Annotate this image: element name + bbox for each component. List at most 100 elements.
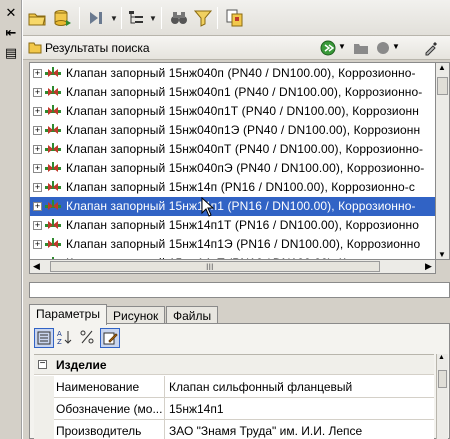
column-divider[interactable] [164,398,165,420]
list-item[interactable]: + Клапан запорный 15нж14п1Э (PN16 / DN100… [30,235,435,254]
list-item[interactable]: + Клапан запорный 15нж14п (PN16 / DN100.0… [30,178,435,197]
expand-icon[interactable]: + [33,202,42,211]
list-vertical-scrollbar[interactable]: ▲ ▼ [436,62,450,260]
property-value[interactable]: 15нж14п1 [169,402,224,416]
sort-az-icon[interactable]: AZ [56,328,76,348]
expand-icon[interactable]: + [33,107,42,116]
folder-gray-icon[interactable] [353,40,369,59]
properties-scrollbar[interactable]: ▲ [436,354,448,439]
database-arrow-icon[interactable] [53,8,73,28]
folder-icon [28,42,42,54]
expand-icon[interactable]: + [33,164,42,173]
expand-icon[interactable]: + [33,145,42,154]
side-dock-strip: ✕ ⇤ ▤ [0,0,22,439]
open-folder-icon[interactable] [27,8,47,28]
list-item[interactable]: + Клапан запорный 15нж040п1Э (PN40 / DN10… [30,121,435,140]
results-list: + Клапан запорный 15нж040п (PN40 / DN100.… [29,62,436,260]
list-item[interactable]: + Клапан запорный 15нж040пТ (PN40 / DN100… [30,140,435,159]
chevron-down-icon[interactable]: ▼ [149,14,157,23]
properties-grid: − Изделие Наименование Клапан сильфонный … [34,354,434,439]
list-item[interactable]: + Клапан запорный 15нж040п1Т (PN40 / DN10… [30,102,435,121]
close-icon[interactable]: ✕ [4,6,18,20]
list-item[interactable]: + Клапан запорный 15нж040п1 (PN40 / DN100… [30,83,435,102]
chevron-down-icon[interactable]: ▼ [392,42,400,51]
results-title: Результаты поиска [45,41,150,55]
valve-icon [45,67,61,77]
expand-icon[interactable]: + [33,183,42,192]
list-item[interactable]: + Клапан запорный 15нж040пЭ (PN40 / DN100… [30,159,435,178]
tab-parameters[interactable]: Параметры [29,304,107,325]
list-item-label: Клапан запорный 15нж040п1Э (PN40 / DN100… [66,123,421,137]
property-row[interactable]: Обозначение (мо... 15нж14п1 [34,398,434,420]
property-row[interactable]: Наименование Клапан сильфонный фланцевый [34,376,434,398]
column-divider[interactable] [164,420,165,439]
chevron-down-icon[interactable]: ▼ [338,42,346,51]
mouse-pointer-icon [201,197,215,217]
column-divider[interactable] [164,376,165,398]
expand-icon[interactable]: + [33,69,42,78]
collapse-icon[interactable]: − [38,359,47,369]
property-value[interactable]: ЗАО "Знамя Труда" им. И.И. Лепсе [169,424,362,438]
scroll-right-icon[interactable]: ▶ [425,261,432,272]
expand-icon[interactable]: + [33,221,42,230]
valve-icon [45,238,61,248]
categorized-view-icon[interactable] [34,328,54,348]
svg-text:A: A [57,330,62,338]
list-item[interactable]: + Клапан запорный 15нж14п1 (PN16 / DN100.… [30,197,435,216]
status-field[interactable] [29,282,450,298]
category-label: Изделие [56,358,107,372]
search-panel: ▼ ▼ Результаты поиска ▼ ▼ + Клапан запор… [23,0,450,439]
scroll-up-icon[interactable]: ▲ [438,354,445,361]
property-name: Наименование [56,380,140,394]
category-row[interactable]: − Изделие [34,355,434,375]
chevron-down-icon[interactable]: ▼ [110,14,118,23]
list-item-label: Клапан запорный 15нж040п1Т (PN40 / DN100… [66,104,419,118]
percent-icon[interactable] [78,328,98,348]
list-item-label: Клапан запорный 15нж040пЭ (PN40 / DN100.… [66,161,425,175]
scroll-thumb[interactable]: III [50,261,380,272]
binoculars-icon[interactable] [169,8,189,28]
list-item-label: Клапан запорный 15нж040пТ (PN40 / DN100.… [66,142,424,156]
property-name: Обозначение (мо... [56,402,162,416]
scroll-down-icon[interactable]: ▼ [438,250,446,259]
list-item-label: Клапан запорный 15нж14п1Э (PN16 / DN100.… [66,237,421,251]
tab-files[interactable]: Файлы [166,306,219,324]
pipette-icon[interactable] [423,40,439,59]
valve-icon [45,219,61,229]
skip-next-icon[interactable] [87,8,107,28]
property-row[interactable]: Производитель ЗАО "Знамя Труда" им. И.И. … [34,420,434,439]
tab-picture[interactable]: Рисунок [106,306,166,324]
filter-icon[interactable] [193,8,213,28]
circle-gray-icon[interactable] [375,40,391,59]
expand-icon[interactable]: + [33,88,42,97]
tree-view-icon[interactable] [127,8,147,28]
row-gutter [34,398,54,420]
scroll-thumb[interactable] [437,77,448,95]
scroll-up-icon[interactable]: ▲ [438,63,446,72]
edit-properties-icon[interactable] [100,328,120,348]
list-horizontal-scrollbar[interactable]: ◀ III ▶ [29,260,436,274]
svg-text:Z: Z [57,338,62,346]
scroll-left-icon[interactable]: ◀ [33,261,40,272]
list-item-label: Клапан запорный 15нж040п1 (PN40 / DN100.… [66,85,423,99]
expand-icon[interactable]: + [33,240,42,249]
copy-document-icon[interactable] [225,8,245,28]
expand-icon[interactable]: + [33,126,42,135]
list-item-label: Клапан запорный 15нж040п (PN40 / DN100.0… [66,66,416,80]
list-item-label: Клапан запорный 15нж14п1Т (PN16 / DN100.… [66,218,419,232]
valve-icon [45,105,61,115]
list-item[interactable]: + Клапан запорный 15нж14п1Т (PN16 / DN100… [30,216,435,235]
valve-icon [45,124,61,134]
go-forward-icon[interactable] [320,40,336,59]
property-value[interactable]: Клапан сильфонный фланцевый [169,380,352,394]
valve-icon [45,162,61,172]
valve-icon [45,181,61,191]
parameters-panel: AZ − Изделие Наименование Клапан сильфонн… [29,323,450,439]
valve-icon [45,86,61,96]
properties-icon[interactable]: ▤ [4,46,18,60]
results-header: Результаты поиска ▼ ▼ [23,36,450,60]
valve-icon [45,143,61,153]
scroll-thumb[interactable] [438,370,447,388]
list-item[interactable]: + Клапан запорный 15нж040п (PN40 / DN100.… [30,64,435,83]
pin-icon[interactable]: ⇤ [4,26,18,40]
